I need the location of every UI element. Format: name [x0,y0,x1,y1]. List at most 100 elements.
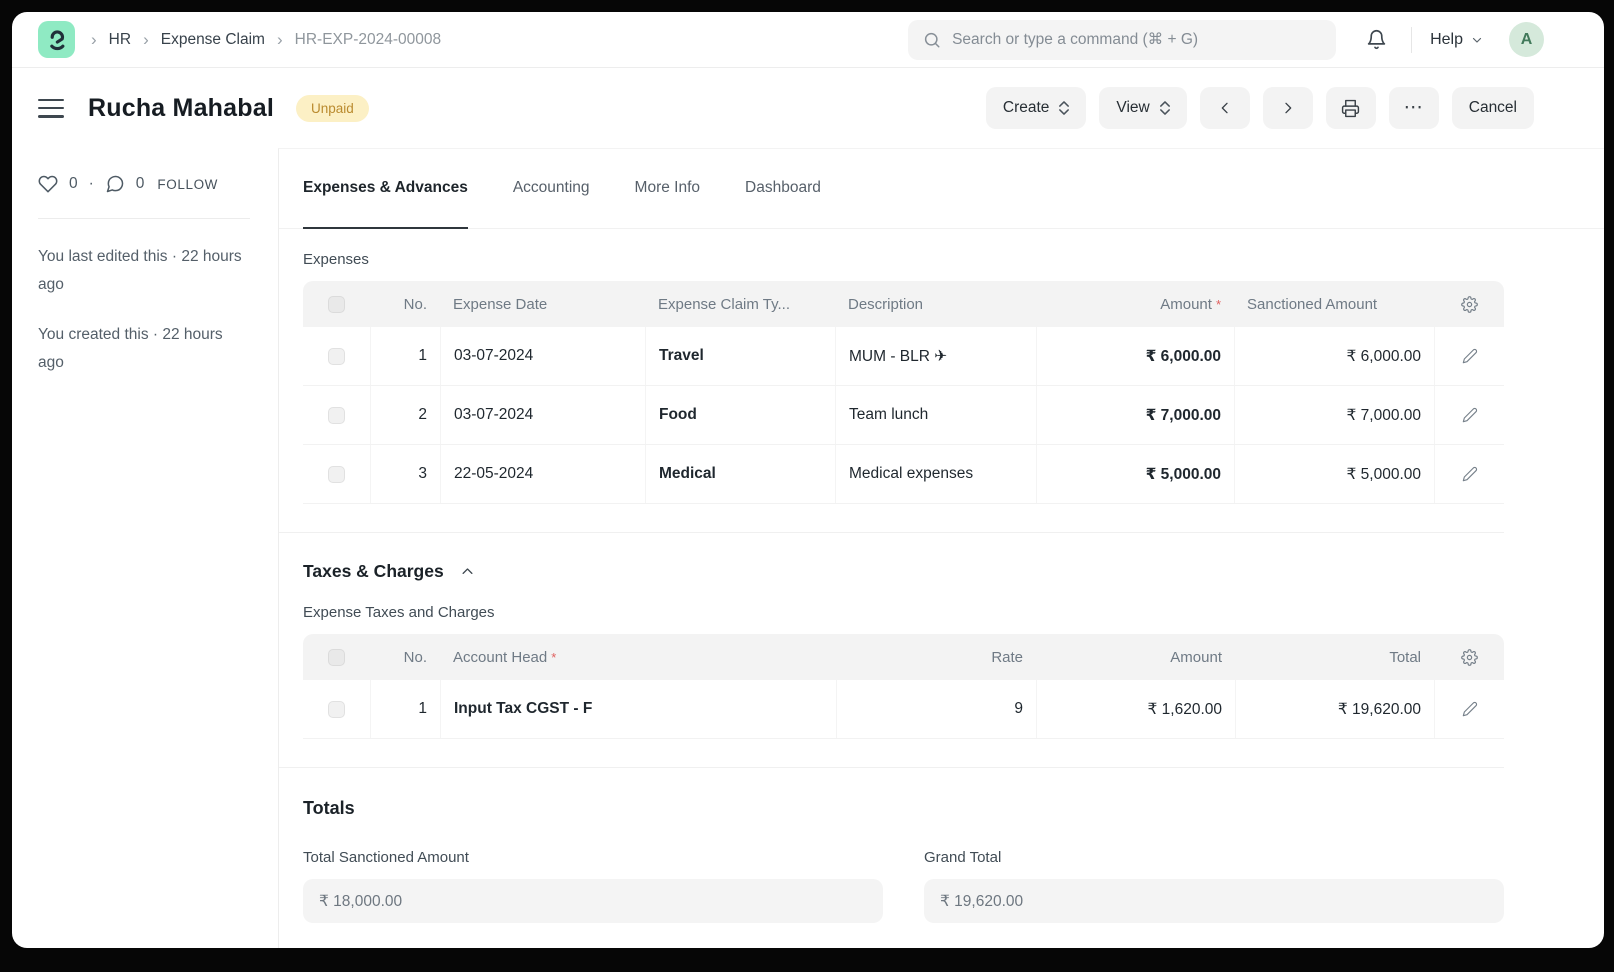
status-badge: Unpaid [296,95,369,122]
cell-sanctioned-amount[interactable]: ₹ 7,000.00 [1234,386,1434,444]
edit-row-button[interactable] [1462,348,1478,364]
grand-total-field: Grand Total ₹ 19,620.00 [924,849,1504,923]
cell-no: 1 [370,327,440,385]
likes-count: 0 [69,175,78,193]
print-button[interactable] [1326,87,1376,129]
selector-icon [1160,101,1170,115]
taxes-section-head: Taxes & Charges [303,561,1504,582]
column-header-expense-date: Expense Date [440,281,645,327]
view-button[interactable]: View [1099,87,1186,129]
chevron-right-icon [1280,100,1296,116]
field-label: Grand Total [924,849,1504,866]
row-checkbox[interactable] [328,407,345,424]
page-head: Rucha Mahabal Unpaid Create View [12,68,1604,148]
cell-rate[interactable]: 9 [836,680,1036,738]
help-menu[interactable]: Help [1430,31,1483,49]
tab-dashboard[interactable]: Dashboard [745,149,821,229]
cell-amount[interactable]: ₹ 6,000.00 [1036,327,1234,385]
collapse-section-button[interactable] [460,564,475,579]
cell-no: 2 [370,386,440,444]
edit-row-button[interactable] [1462,407,1478,423]
view-button-label: View [1116,99,1149,117]
tab-more-info[interactable]: More Info [635,149,700,229]
printer-icon [1341,99,1360,118]
cell-expense-date[interactable]: 03-07-2024 [440,327,645,385]
breadcrumb: › HR › Expense Claim › HR-EXP-2024-00008 [91,30,441,50]
expenses-table-label: Expenses [303,251,1504,268]
cell-total[interactable]: ₹ 19,620.00 [1235,680,1434,738]
cell-expense-claim-type[interactable]: Food [645,386,835,444]
page-actions: Create View [986,87,1534,129]
pencil-icon [1462,466,1478,482]
menu-button[interactable]: ⋯ [1389,87,1439,129]
table-settings-button[interactable] [1461,649,1478,666]
edit-row-button[interactable] [1462,701,1478,717]
table-settings-button[interactable] [1461,296,1478,313]
user-avatar[interactable]: A [1509,22,1544,57]
grand-total-value[interactable]: ₹ 19,620.00 [924,879,1504,923]
column-header-amount: Amount [1036,634,1235,680]
tab-expenses-advances[interactable]: Expenses & Advances [303,149,468,229]
cell-description[interactable]: Medical expenses [835,445,1036,503]
cell-amount[interactable]: ₹ 1,620.00 [1036,680,1235,738]
comment-icon[interactable] [105,174,125,194]
breadcrumb-item-docname: HR-EXP-2024-00008 [295,31,441,49]
cell-amount[interactable]: ₹ 5,000.00 [1036,445,1234,503]
taxes-table-label: Expense Taxes and Charges [303,604,1504,621]
next-document-button[interactable] [1263,87,1313,129]
cell-sanctioned-amount[interactable]: ₹ 5,000.00 [1234,445,1434,503]
expenses-table-header: No. Expense Date Expense Claim Ty... Des… [303,281,1504,327]
dot-separator: · [89,175,94,193]
page-title: Rucha Mahabal [88,94,274,123]
chevron-up-icon [460,564,475,579]
chevron-down-icon [1471,34,1483,46]
totals-section-title: Totals [303,798,1504,819]
last-edited-text: You last edited this · 22 hours ago [38,243,250,299]
required-marker: * [551,650,556,665]
row-checkbox[interactable] [328,348,345,365]
tax-row: 1 Input Tax CGST - F 9 ₹ 1,620.00 ₹ 19,6… [303,680,1504,739]
column-header-rate: Rate [836,634,1036,680]
notifications-button[interactable] [1360,23,1393,56]
create-button[interactable]: Create [986,87,1087,129]
expense-row: 1 03-07-2024 Travel MUM - BLR ✈ ₹ 6,000.… [303,327,1504,386]
cell-expense-date[interactable]: 03-07-2024 [440,386,645,444]
pencil-icon [1462,348,1478,364]
cell-expense-claim-type[interactable]: Travel [645,327,835,385]
column-header-expense-claim-type: Expense Claim Ty... [645,281,835,327]
created-text: You created this · 22 hours ago [38,321,250,377]
cell-account-head[interactable]: Input Tax CGST - F [440,680,836,738]
cell-description[interactable]: Team lunch [835,386,1036,444]
breadcrumb-item-expense-claim[interactable]: Expense Claim [161,31,265,49]
section-divider [279,767,1504,768]
total-sanctioned-amount-field: Total Sanctioned Amount ₹ 18,000.00 [303,849,883,923]
column-header-sanctioned-amount: Sanctioned Amount [1234,281,1434,327]
cell-expense-claim-type[interactable]: Medical [645,445,835,503]
help-label: Help [1430,31,1463,49]
breadcrumb-item-hr[interactable]: HR [109,31,131,49]
follow-button[interactable]: FOLLOW [157,177,218,192]
navbar-divider [1411,27,1412,53]
expenses-table: No. Expense Date Expense Claim Ty... Des… [303,281,1504,504]
column-header-description: Description [835,281,1036,327]
cell-sanctioned-amount[interactable]: ₹ 6,000.00 [1234,327,1434,385]
cell-expense-date[interactable]: 22-05-2024 [440,445,645,503]
tab-accounting[interactable]: Accounting [513,149,590,229]
search-input[interactable] [908,20,1336,60]
total-sanctioned-amount-value[interactable]: ₹ 18,000.00 [303,879,883,923]
chevron-right-icon: › [143,30,149,50]
app-window: › HR › Expense Claim › HR-EXP-2024-00008… [12,12,1604,948]
previous-document-button[interactable] [1200,87,1250,129]
sidebar-toggle-icon[interactable] [38,99,64,118]
select-all-checkbox[interactable] [328,296,345,313]
cancel-button[interactable]: Cancel [1452,87,1534,129]
row-checkbox[interactable] [328,466,345,483]
cell-description[interactable]: MUM - BLR ✈ [835,327,1036,385]
select-all-checkbox[interactable] [328,649,345,666]
heart-icon[interactable] [38,174,58,194]
app-logo-icon[interactable] [38,21,75,58]
row-checkbox[interactable] [328,701,345,718]
search-icon [923,31,941,49]
cell-amount[interactable]: ₹ 7,000.00 [1036,386,1234,444]
edit-row-button[interactable] [1462,466,1478,482]
